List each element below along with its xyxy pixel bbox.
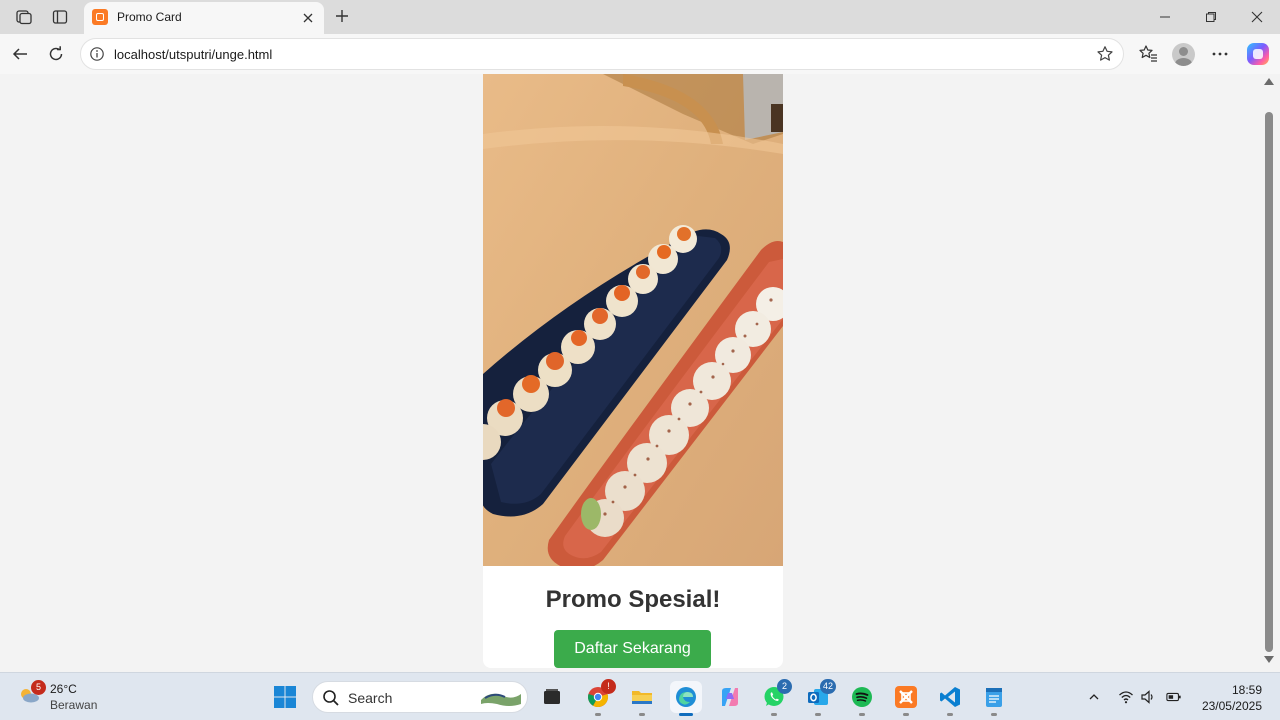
xampp-icon	[895, 686, 917, 708]
more-options-icon[interactable]	[1209, 43, 1231, 65]
copilot-app-icon	[722, 688, 738, 706]
weather-widget[interactable]: 5 26°C Berawan	[16, 679, 136, 715]
restore-icon[interactable]	[1196, 4, 1226, 30]
taskbar-file-explorer[interactable]	[626, 681, 658, 716]
close-tab-icon[interactable]	[298, 8, 318, 28]
browser-tab-bar: Promo Card	[0, 0, 1280, 34]
running-indicator	[815, 713, 821, 716]
notepad-icon	[986, 688, 1002, 707]
search-placeholder: Search	[348, 690, 393, 706]
folder-icon	[632, 691, 652, 704]
running-indicator	[639, 713, 645, 716]
running-indicator	[947, 713, 953, 716]
tab-actions-icon[interactable]	[49, 6, 71, 28]
show-hidden-icons-chevron-up-icon[interactable]	[1086, 689, 1102, 705]
page-scrollbar[interactable]	[1262, 74, 1276, 670]
running-indicator	[903, 713, 909, 716]
windows-logo-icon	[274, 686, 296, 708]
windows-taskbar: 5 26°C Berawan Search ! 2 42 18:59 23/05…	[0, 672, 1280, 720]
weather-temperature: 26°C	[50, 682, 77, 696]
task-view-button[interactable]	[536, 681, 568, 713]
scroll-up-arrow-icon[interactable]	[1264, 78, 1274, 85]
register-now-button[interactable]: Daftar Sekarang	[554, 630, 711, 668]
close-window-icon[interactable]	[1242, 4, 1272, 30]
whatsapp-badge: 2	[777, 679, 792, 694]
sushi-photo	[483, 74, 783, 566]
page-viewport: Promo Spesial! Daftar Sekarang	[0, 74, 1280, 670]
taskbar-notepad[interactable]	[978, 681, 1010, 716]
search-highlight-icon	[481, 693, 521, 706]
tab-title: Promo Card	[117, 10, 182, 24]
minimize-icon[interactable]	[1150, 4, 1180, 30]
task-view-icon	[544, 689, 560, 704]
xampp-icon	[92, 9, 108, 25]
taskbar-vscode[interactable]	[934, 681, 966, 716]
start-button[interactable]	[269, 681, 301, 713]
taskbar-copilot[interactable]	[714, 681, 746, 713]
site-info-icon[interactable]	[89, 46, 105, 62]
weather-condition: Berawan	[50, 698, 98, 712]
url-text: localhost/utsputri/unge.html	[114, 47, 273, 62]
scroll-down-arrow-icon[interactable]	[1264, 656, 1274, 663]
taskbar-outlook[interactable]: 42	[802, 679, 836, 716]
promo-card: Promo Spesial! Daftar Sekarang	[483, 74, 783, 668]
taskbar-xampp[interactable]	[890, 681, 922, 716]
refresh-icon[interactable]	[45, 43, 67, 65]
favorites-icon[interactable]	[1137, 43, 1159, 65]
running-indicator	[771, 713, 777, 716]
copilot-icon[interactable]	[1247, 43, 1269, 65]
favorite-star-icon[interactable]	[1096, 45, 1114, 63]
battery-icon[interactable]	[1166, 689, 1182, 705]
active-indicator	[679, 713, 693, 716]
system-clock[interactable]: 18:59 23/05/2025	[1192, 682, 1262, 714]
workspaces-icon[interactable]	[13, 6, 35, 28]
clock-date: 23/05/2025	[1201, 699, 1262, 713]
new-tab-icon[interactable]	[331, 5, 353, 27]
running-indicator	[595, 713, 601, 716]
taskbar-edge[interactable]	[670, 681, 702, 716]
wifi-icon[interactable]	[1118, 689, 1134, 705]
address-bar[interactable]: localhost/utsputri/unge.html	[80, 38, 1124, 70]
taskbar-chrome[interactable]: !	[582, 679, 616, 716]
promo-title: Promo Spesial!	[545, 586, 721, 613]
outlook-badge: 42	[819, 679, 836, 694]
spotify-icon	[852, 687, 872, 707]
running-indicator	[991, 713, 997, 716]
taskbar-whatsapp[interactable]: 2	[758, 679, 792, 716]
profile-avatar[interactable]	[1172, 43, 1195, 66]
back-icon[interactable]	[9, 43, 31, 65]
taskbar-search[interactable]: Search	[312, 681, 528, 713]
running-indicator	[859, 713, 865, 716]
vscode-icon	[940, 687, 960, 707]
browser-toolbar: localhost/utsputri/unge.html	[0, 34, 1280, 74]
taskbar-spotify[interactable]	[846, 681, 878, 716]
weather-badge: 5	[31, 680, 46, 695]
tab-promo-card[interactable]: Promo Card	[84, 2, 324, 34]
scrollbar-thumb[interactable]	[1265, 112, 1273, 652]
search-icon	[323, 690, 339, 706]
edge-icon	[676, 687, 696, 707]
chrome-notification-badge: !	[601, 679, 616, 694]
volume-icon[interactable]	[1140, 689, 1156, 705]
clock-time: 18:59	[1231, 683, 1262, 697]
